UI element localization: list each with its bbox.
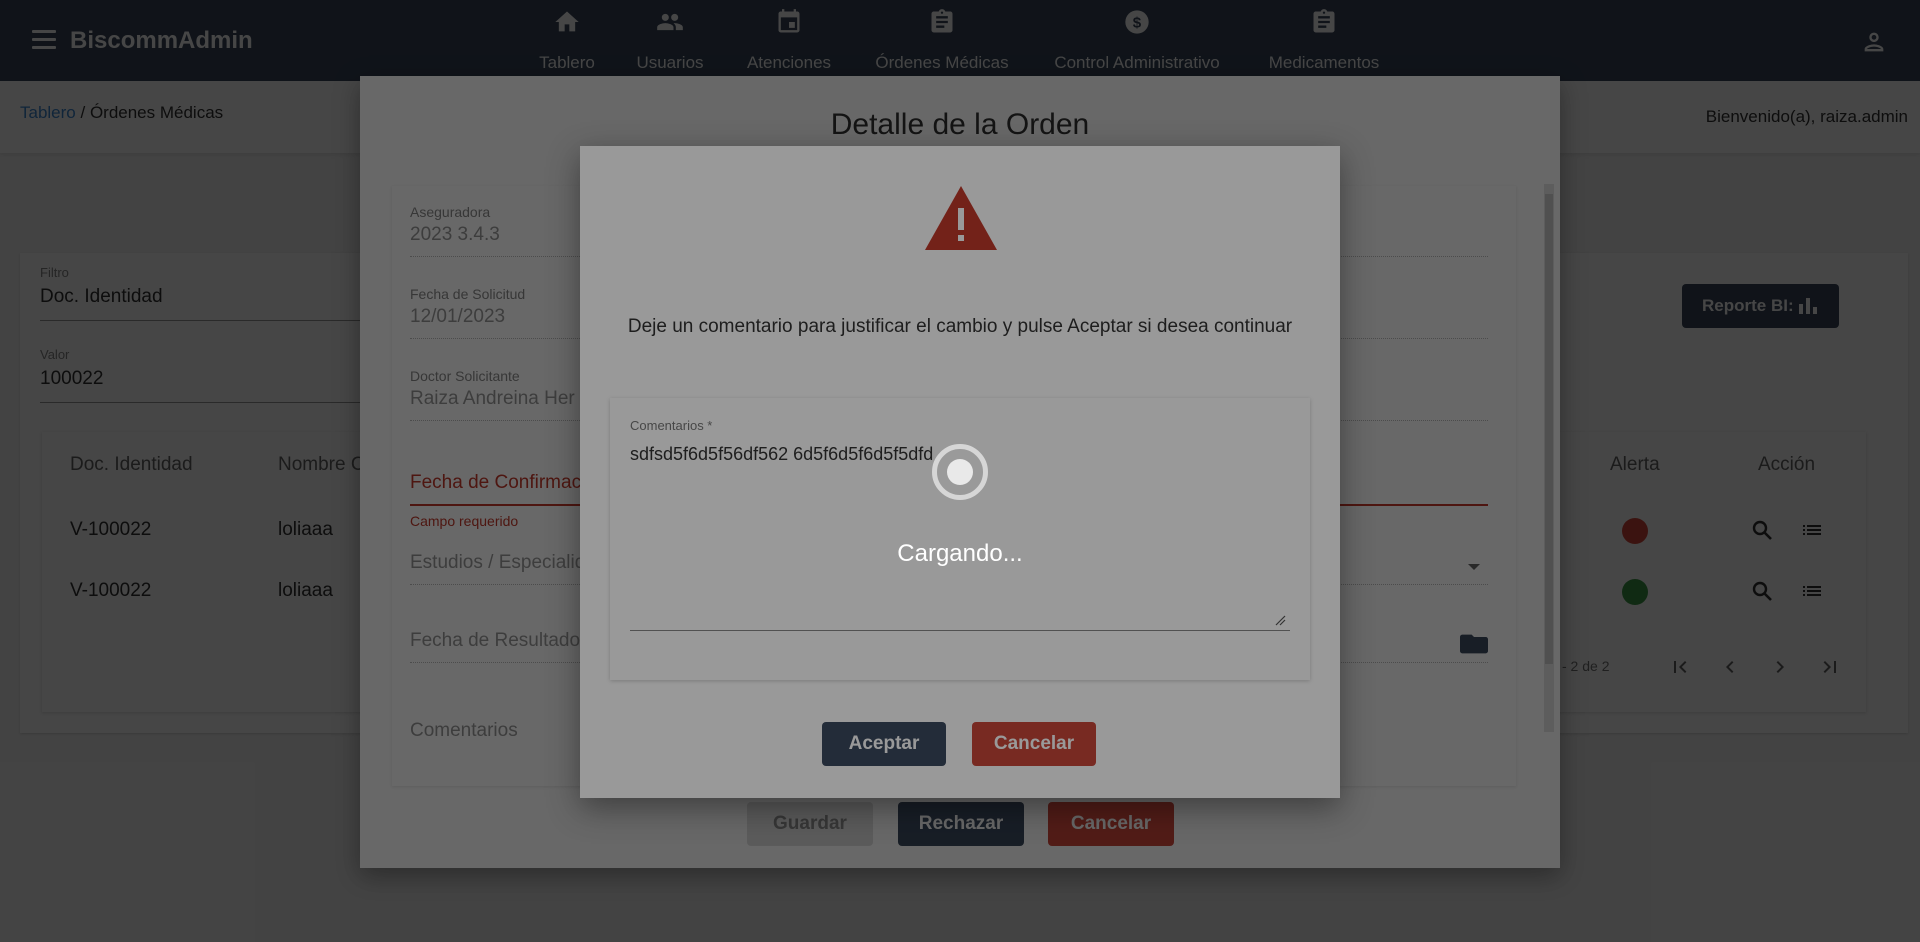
loading-spinner-icon: [932, 444, 988, 500]
loading-text: Cargando...: [897, 540, 1023, 567]
